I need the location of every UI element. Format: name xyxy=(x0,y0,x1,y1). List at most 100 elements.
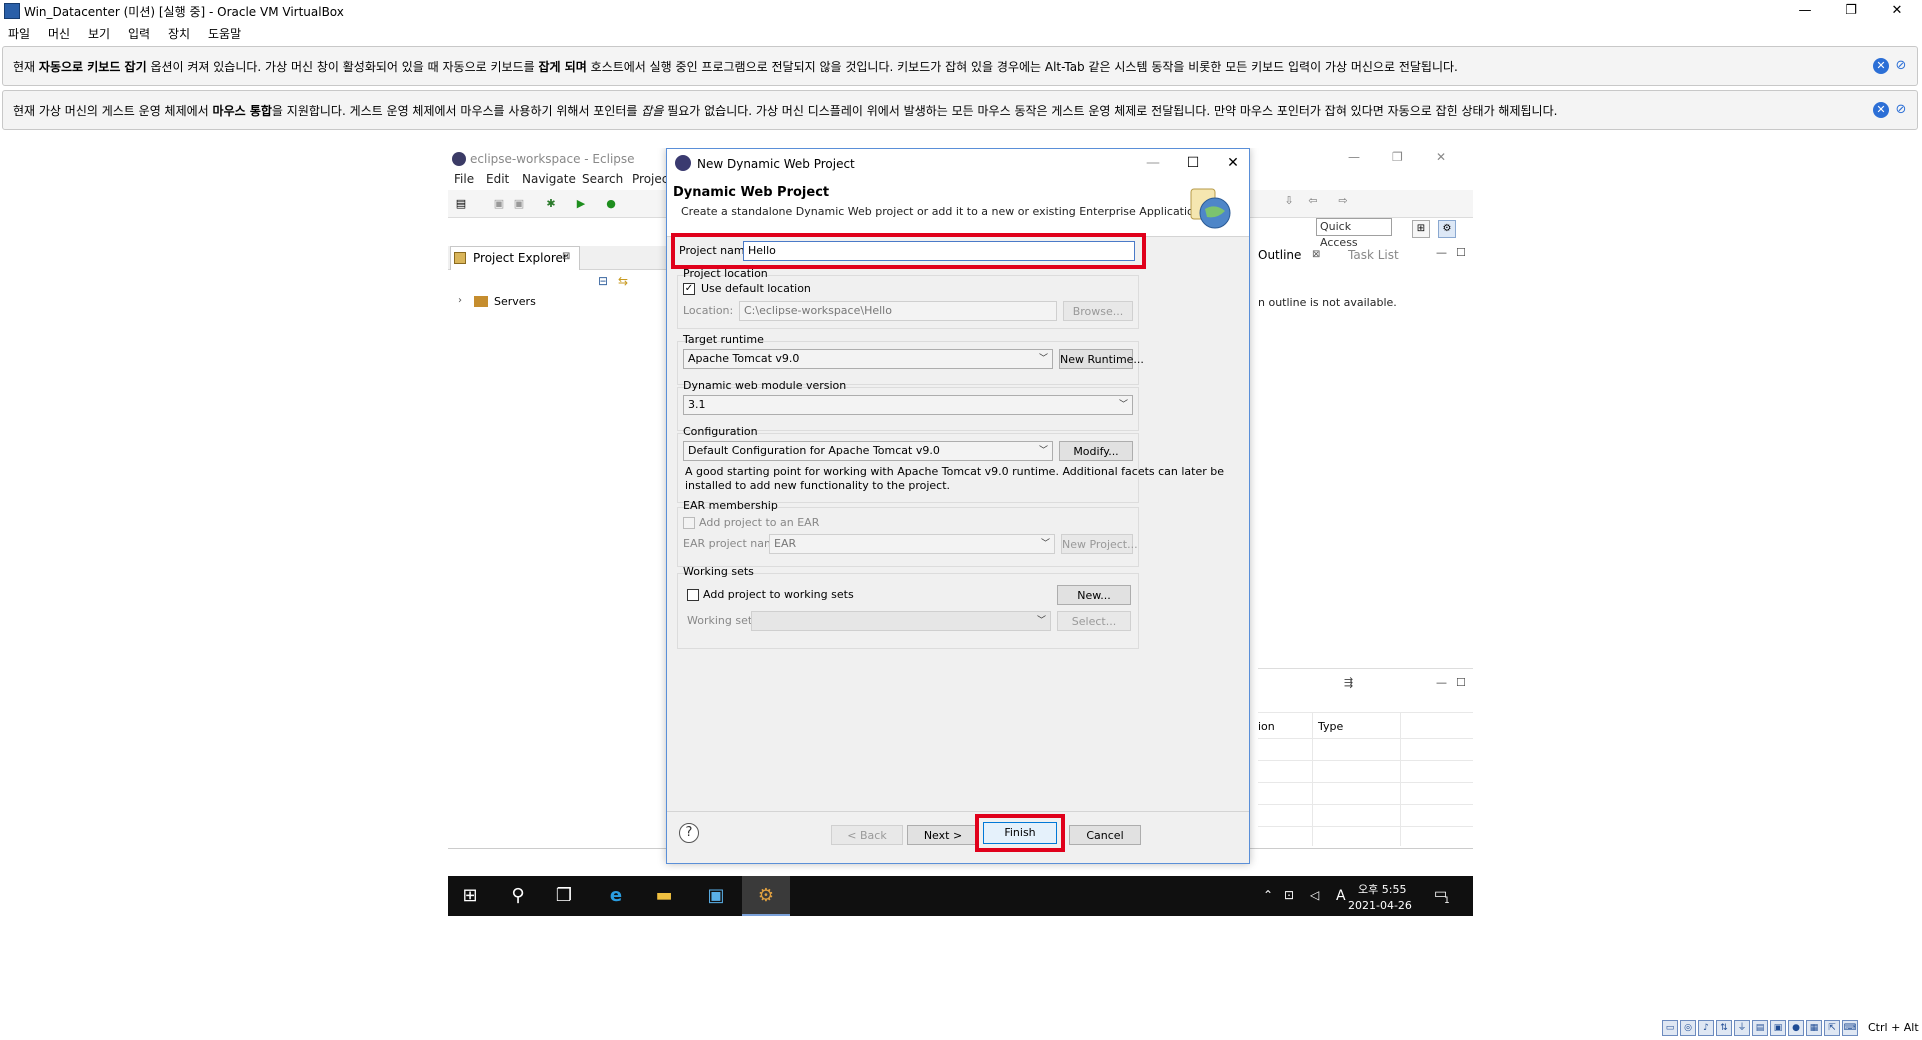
eclipse-menu-edit[interactable]: Edit xyxy=(486,172,509,186)
maximize-view-icon[interactable]: ☐ xyxy=(1456,246,1466,259)
mute-notice-icon[interactable]: ⊘ xyxy=(1891,100,1911,120)
usb-icon[interactable]: ⏚ xyxy=(1734,1020,1750,1036)
new-icon[interactable]: ▤ xyxy=(454,197,468,211)
audio-icon[interactable]: ♪ xyxy=(1698,1020,1714,1036)
close-button[interactable]: ✕ xyxy=(1874,0,1920,22)
modify-button[interactable]: Modify... xyxy=(1059,441,1133,461)
network-icon[interactable]: ⊡ xyxy=(1284,888,1294,902)
recording-icon[interactable]: ● xyxy=(1788,1020,1804,1036)
mute-notice-icon[interactable]: ⊘ xyxy=(1891,56,1911,76)
open-perspective-icon[interactable]: ⊞ xyxy=(1412,220,1430,238)
network-adapter-icon[interactable]: ⇅ xyxy=(1716,1020,1732,1036)
minimize-button[interactable]: — xyxy=(1782,0,1828,22)
ime-indicator[interactable]: A xyxy=(1336,888,1346,904)
back-button[interactable]: < Back xyxy=(831,825,903,845)
link-editor-icon[interactable]: ⇆ xyxy=(618,274,628,288)
menu-input[interactable]: 입력 xyxy=(128,25,150,42)
quick-access-input[interactable]: Quick Access xyxy=(1316,218,1392,249)
eclipse-menu-search[interactable]: Search xyxy=(582,172,623,186)
finish-button[interactable]: Finish xyxy=(983,822,1057,844)
column-header[interactable]: ion xyxy=(1258,720,1275,733)
eclipse-menu-navigate[interactable]: Navigate xyxy=(522,172,576,186)
expand-arrow-icon[interactable]: › xyxy=(458,295,462,306)
clock-time[interactable]: 오후 5:55 xyxy=(1358,881,1406,897)
clock-date[interactable]: 2021-04-26 xyxy=(1348,899,1412,912)
configuration-combo[interactable]: Default Configuration for Apache Tomcat … xyxy=(683,441,1053,461)
start-icon[interactable]: ⊞ xyxy=(458,884,482,908)
maximize-view-icon[interactable]: ☐ xyxy=(1456,676,1466,689)
minimize-view-icon[interactable]: — xyxy=(1436,246,1447,259)
menu-machine[interactable]: 머신 xyxy=(48,25,70,42)
guest-display[interactable]: eclipse-workspace - Eclipse — ❐ ✕ File E… xyxy=(448,148,1473,916)
ear-project-combo[interactable]: EAR ﹀ xyxy=(769,534,1055,554)
optical-drive-icon[interactable]: ◎ xyxy=(1680,1020,1696,1036)
hard-disk-icon[interactable]: ▭ xyxy=(1662,1020,1678,1036)
use-default-location-checkbox[interactable]: ✓ xyxy=(683,283,695,295)
next-annotation-icon[interactable]: ⇩ xyxy=(1282,194,1296,208)
forward-nav-icon[interactable]: ⇨ xyxy=(1336,194,1350,208)
module-version-combo[interactable]: 3.1 ﹀ xyxy=(683,395,1133,415)
java-ee-perspective-icon[interactable]: ⚙ xyxy=(1438,220,1456,238)
mouse-integration-icon[interactable]: ⇱ xyxy=(1824,1020,1840,1036)
target-runtime-value: Apache Tomcat v9.0 xyxy=(688,352,800,365)
menu-devices[interactable]: 장치 xyxy=(168,25,190,42)
back-nav-icon[interactable]: ⇦ xyxy=(1306,194,1320,208)
shared-folders-icon[interactable]: ▤ xyxy=(1752,1020,1768,1036)
outline-message: n outline is not available. xyxy=(1258,296,1397,309)
run-icon[interactable]: ▶ xyxy=(574,197,588,211)
eclipse-close-button[interactable]: ✕ xyxy=(1436,150,1446,164)
working-sets-combo[interactable]: ﹀ xyxy=(751,611,1051,631)
eclipse-menu-file[interactable]: File xyxy=(454,172,474,186)
close-notice-icon[interactable]: ✕ xyxy=(1873,58,1889,74)
file-explorer-icon[interactable]: ▬ xyxy=(652,884,676,908)
server-manager-icon[interactable]: ▣ xyxy=(704,884,728,908)
save-icon[interactable]: ▣ xyxy=(492,197,506,211)
servers-tree-item[interactable]: Servers xyxy=(494,295,536,308)
dialog-maximize-button[interactable]: ☐ xyxy=(1183,153,1203,173)
new-runtime-button[interactable]: New Runtime... xyxy=(1059,349,1144,369)
debug-icon[interactable]: ✱ xyxy=(544,197,558,211)
new-ear-project-button[interactable]: New Project... xyxy=(1061,534,1138,554)
minimize-view-icon[interactable]: — xyxy=(1436,676,1447,689)
close-tab-icon[interactable]: ⊠ xyxy=(562,251,570,262)
location-input[interactable]: C:\eclipse-workspace\Hello xyxy=(739,301,1057,321)
task-list-tab[interactable]: Task List xyxy=(1348,248,1399,262)
target-runtime-combo[interactable]: Apache Tomcat v9.0 ﹀ xyxy=(683,349,1053,369)
menu-view[interactable]: 보기 xyxy=(88,25,110,42)
close-tab-icon[interactable]: ⊠ xyxy=(1312,249,1320,260)
cancel-button[interactable]: Cancel xyxy=(1069,825,1141,845)
browse-button[interactable]: Browse... xyxy=(1063,301,1133,321)
close-notice-icon[interactable]: ✕ xyxy=(1873,102,1889,118)
outline-tab[interactable]: Outline xyxy=(1258,248,1301,262)
collapse-all-icon[interactable]: ⊟ xyxy=(598,274,608,288)
dialog-close-button[interactable]: ✕ xyxy=(1223,153,1243,173)
dialog-minimize-button[interactable]: — xyxy=(1143,153,1163,173)
search-icon[interactable]: ⚲ xyxy=(506,884,530,908)
project-explorer-tab[interactable]: Project Explorer xyxy=(450,246,580,270)
save-all-icon[interactable]: ▣ xyxy=(512,197,526,211)
new-working-set-button[interactable]: New... xyxy=(1057,585,1131,605)
cpu-icon[interactable]: ▦ xyxy=(1806,1020,1822,1036)
filter-icon[interactable]: ⇶ xyxy=(1344,676,1353,689)
select-working-sets-button[interactable]: Select... xyxy=(1057,611,1131,631)
add-to-ear-checkbox[interactable] xyxy=(683,517,695,529)
volume-muted-icon[interactable]: ◁ xyxy=(1310,888,1319,902)
menu-help[interactable]: 도움말 xyxy=(208,25,241,42)
vbox-titlebar: Win_Datacenter (미션) [실행 중] - Oracle VM V… xyxy=(0,0,1922,22)
restore-button[interactable]: ❐ xyxy=(1828,0,1874,22)
task-view-icon[interactable]: ❐ xyxy=(552,884,576,908)
tray-chevron-icon[interactable]: ⌃ xyxy=(1263,888,1273,902)
external-tools-icon[interactable]: ● xyxy=(604,197,618,211)
internet-explorer-icon[interactable]: e xyxy=(604,884,628,908)
add-to-working-sets-checkbox[interactable] xyxy=(687,589,699,601)
menu-file[interactable]: 파일 xyxy=(8,25,30,42)
virtualbox-app-icon xyxy=(4,3,20,19)
eclipse-minimize-button[interactable]: — xyxy=(1348,150,1360,164)
column-header-type[interactable]: Type xyxy=(1318,720,1343,733)
keyboard-capture-icon[interactable]: ⌨ xyxy=(1842,1020,1858,1036)
display-icon[interactable]: ▣ xyxy=(1770,1020,1786,1036)
next-button[interactable]: Next > xyxy=(907,825,979,845)
eclipse-restore-button[interactable]: ❐ xyxy=(1392,150,1403,164)
project-name-input[interactable]: Hello xyxy=(743,241,1135,261)
help-icon[interactable]: ? xyxy=(679,823,699,843)
